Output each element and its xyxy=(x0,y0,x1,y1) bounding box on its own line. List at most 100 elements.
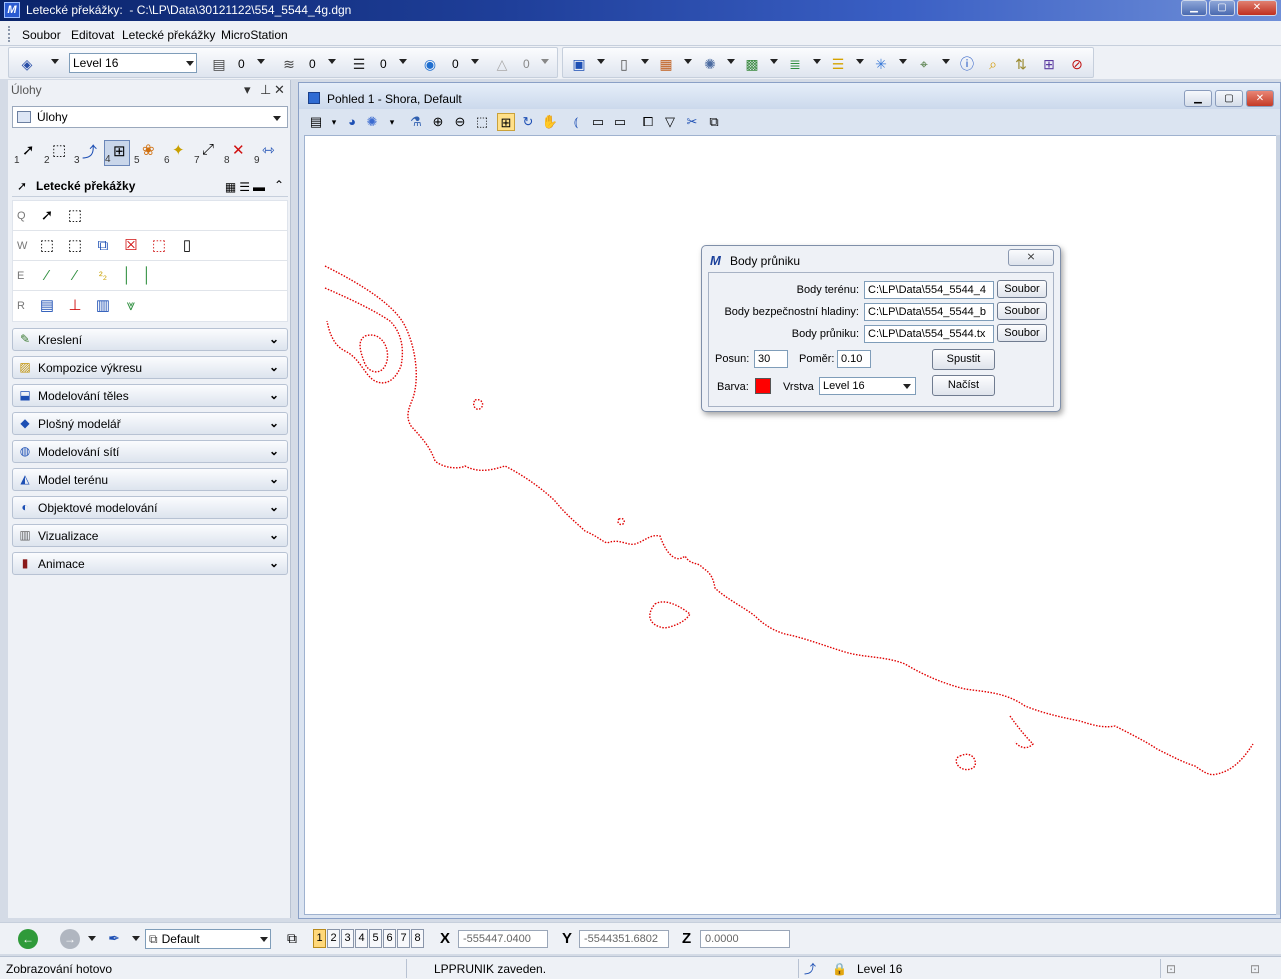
clip-mask-icon[interactable]: ▽ xyxy=(661,113,679,131)
linestyle-icon[interactable]: ≋ xyxy=(279,54,299,74)
color-icon[interactable]: ▤ xyxy=(209,54,229,74)
pen-tool-dropdown[interactable] xyxy=(132,936,140,941)
z-coordinate-field[interactable]: 0.0000 xyxy=(700,930,790,948)
cancel-icon[interactable]: ⊘ xyxy=(1067,54,1087,74)
info-tool[interactable]: 6 ✦ xyxy=(164,140,190,166)
view-group-select[interactable]: ⧉ Default xyxy=(145,929,271,949)
delete-tool[interactable]: 8 ✕ xyxy=(224,140,250,166)
accordion-kompozice-vykresu[interactable]: ▨ Kompozice výkresu ⌄ xyxy=(12,356,288,379)
view-previous-icon[interactable]: ⦅ xyxy=(567,113,585,131)
clip-volume-icon[interactable]: ⧠ xyxy=(639,113,657,131)
panel-menu-icon[interactable]: ▾ xyxy=(244,82,251,98)
window-area-icon[interactable]: ⬚ xyxy=(473,113,491,131)
references-icon[interactable]: ▦ xyxy=(656,54,676,74)
priority-dropdown[interactable] xyxy=(541,59,549,64)
view-4-button[interactable]: 4 xyxy=(355,929,368,948)
view-close-button[interactable]: ✕ xyxy=(1246,90,1274,107)
modify-fence-icon[interactable]: ⬚ xyxy=(65,236,85,256)
move-tool[interactable]: 3 ⤴ xyxy=(74,140,100,166)
y-coordinate-field[interactable]: -5544351.6802 xyxy=(579,930,669,948)
light-dropdown[interactable]: ▾ xyxy=(383,113,401,131)
fence-tool[interactable]: 2 ⬚ xyxy=(44,140,70,166)
transparency-dropdown[interactable] xyxy=(471,59,479,64)
report-icon[interactable]: ▤ xyxy=(37,296,57,316)
zoom-in-icon[interactable]: ⊕ xyxy=(429,113,447,131)
layers-dropdown[interactable] xyxy=(813,59,821,64)
accordion-kresleni[interactable]: ✎ Kreslení ⌄ xyxy=(12,328,288,351)
view-7-button[interactable]: 7 xyxy=(397,929,410,948)
view-8-button[interactable]: 8 xyxy=(411,929,424,948)
body-pruniku-soubor-button[interactable]: Soubor xyxy=(997,324,1047,342)
manipulate-tool[interactable]: 4 ⊞ xyxy=(104,140,130,166)
pomer-field[interactable]: 0.10 xyxy=(837,350,871,368)
dialog-close-button[interactable]: ⨯ xyxy=(1008,249,1054,266)
attributes-tool[interactable]: 5 ❀ xyxy=(134,140,160,166)
collapse-chevron-icon[interactable]: ⌃ xyxy=(274,178,284,192)
view-scrollbar[interactable] xyxy=(1276,135,1280,915)
number-icon[interactable]: ²₂ xyxy=(93,266,113,286)
barva-color-swatch[interactable] xyxy=(755,378,771,394)
levels-icon[interactable]: ☰ xyxy=(828,54,848,74)
view-2-button[interactable]: 2 xyxy=(327,929,340,948)
camera-icon[interactable]: ✂ xyxy=(683,113,701,131)
accordion-model-terenu[interactable]: ◭ Model terénu ⌄ xyxy=(12,468,288,491)
globe-icon[interactable]: ◉ xyxy=(420,54,440,74)
fence-stretch-icon[interactable]: ⬚ xyxy=(149,236,169,256)
level-select[interactable]: Level 16 xyxy=(69,53,197,73)
view-5-button[interactable]: 5 xyxy=(369,929,382,948)
linestyle-dropdown[interactable] xyxy=(328,59,336,64)
view-attributes-dropdown[interactable]: ▾ xyxy=(325,113,343,131)
body-bezpecnostni-hladiny-soubor-button[interactable]: Soubor xyxy=(997,302,1047,320)
menu-letecke-prekazky[interactable]: Letecké překážky xyxy=(122,28,215,42)
posun-field[interactable]: 30 xyxy=(754,350,788,368)
vertical-line-2-icon[interactable]: │ xyxy=(137,266,157,286)
display-style-icon[interactable]: ◕ xyxy=(343,113,361,131)
delete-fence-icon[interactable]: ☒ xyxy=(121,236,141,256)
snap-dropdown[interactable] xyxy=(899,59,907,64)
x-coordinate-field[interactable]: -555447.0400 xyxy=(458,930,548,948)
pointer-icon[interactable]: ➚ xyxy=(37,206,57,226)
references-dropdown[interactable] xyxy=(684,59,692,64)
color-dropdown[interactable] xyxy=(257,59,265,64)
vrstva-select[interactable]: Level 16 xyxy=(819,377,916,395)
place-fence-icon[interactable]: ⬚ xyxy=(37,236,57,256)
snap-icon[interactable]: ✳ xyxy=(871,54,891,74)
pen-tool-icon[interactable]: ✒ xyxy=(104,928,124,948)
fit-view-icon[interactable]: ⊞ xyxy=(497,113,515,131)
view-groups-icon[interactable]: ⧉ xyxy=(282,928,302,948)
back-arrow-icon[interactable]: ← xyxy=(18,929,38,949)
measure-icon[interactable]: ⌖ xyxy=(914,54,934,74)
image-dropdown[interactable] xyxy=(770,59,778,64)
saved-views-icon[interactable]: ⧉ xyxy=(705,113,723,131)
raster-icon[interactable]: ✺ xyxy=(700,54,720,74)
view-titlebar[interactable]: Pohled 1 - Shora, Default ▁ ▢ ✕ xyxy=(299,83,1280,109)
accordion-vizualizace[interactable]: ▥ Vizualizace ⌄ xyxy=(12,524,288,547)
menu-microstation[interactable]: MicroStation xyxy=(221,28,288,42)
body-bezpecnostni-hladiny-field[interactable]: C:\LP\Data\554_5544_b xyxy=(864,303,994,321)
accordion-animace[interactable]: ▮ Animace ⌄ xyxy=(12,552,288,575)
line-tool-icon[interactable]: ⁄ xyxy=(37,266,57,286)
accordion-modelovani-teles[interactable]: ⬓ Modelování těles ⌄ xyxy=(12,384,288,407)
menu-soubor[interactable]: Soubor xyxy=(22,28,61,42)
menubar-grip[interactable] xyxy=(8,26,11,42)
body-terenu-field[interactable]: C:\LP\Data\554_5544_4 xyxy=(864,281,994,299)
pin-icon[interactable]: ⊥ xyxy=(260,82,271,98)
accordion-objektove-modelovani[interactable]: ◐ Objektové modelování ⌄ xyxy=(12,496,288,519)
raster-dropdown[interactable] xyxy=(727,59,735,64)
body-terenu-soubor-button[interactable]: Soubor xyxy=(997,280,1047,298)
nacist-button[interactable]: Načíst xyxy=(932,375,995,396)
file-dropdown[interactable] xyxy=(641,59,649,64)
view-6-button[interactable]: 6 xyxy=(383,929,396,948)
menu-editovat[interactable]: Editovat xyxy=(71,28,114,42)
line-angle-icon[interactable]: ⁄ xyxy=(65,266,85,286)
grid-icon[interactable]: ⊞ xyxy=(1039,54,1059,74)
measure-dropdown[interactable] xyxy=(942,59,950,64)
view-minimize-button[interactable]: ▁ xyxy=(1184,90,1212,107)
accordion-modelovani-siti[interactable]: ◍ Modelování sítí ⌄ xyxy=(12,440,288,463)
file-fence-icon[interactable]: ▯ xyxy=(177,236,197,256)
element-selection-dropdown[interactable] xyxy=(597,59,605,64)
body-pruniku-field[interactable]: C:\LP\Data\554_5544.tx xyxy=(864,325,994,343)
resize-grip-icon[interactable]: ⊡ xyxy=(1250,960,1260,978)
macro-icon[interactable]: ⇅ xyxy=(1011,54,1031,74)
file-icon[interactable]: ▯ xyxy=(614,54,634,74)
